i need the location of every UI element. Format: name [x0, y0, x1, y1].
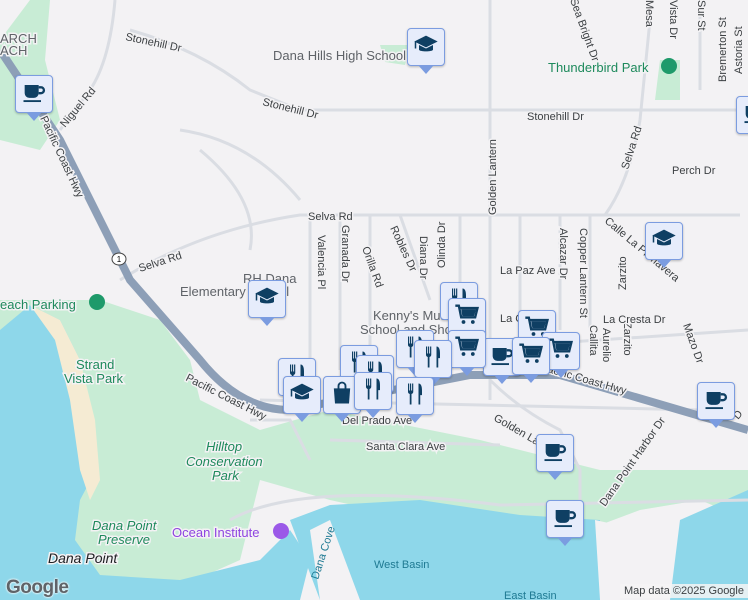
label-santa-clara: Santa Clara Ave	[366, 441, 445, 453]
label-aurelio: Aurelio	[600, 328, 612, 362]
label-granada: Granada Dr	[339, 225, 351, 283]
label-dana-hills-high: Dana Hills High School	[273, 48, 406, 63]
label-hilltop: Hilltop	[206, 439, 242, 454]
park-pin-icon	[661, 58, 677, 74]
coffee-marker[interactable]	[697, 382, 735, 428]
restaurant-marker[interactable]	[414, 340, 452, 386]
grocery-icon	[453, 301, 481, 334]
school-icon	[253, 283, 281, 316]
grocery-marker[interactable]	[512, 337, 550, 383]
shopping-icon	[328, 379, 356, 412]
restaurant-marker[interactable]	[396, 377, 434, 423]
label-alcazar: Alcazar Dr	[557, 228, 569, 280]
coffee-icon	[541, 437, 569, 470]
label-vista: Vista Dr	[667, 0, 679, 39]
label-strand: Strand	[76, 357, 114, 372]
label-sea-bright: Sea Bright Dr	[567, 0, 601, 63]
label-sur: Sur St	[695, 0, 707, 31]
label-park: Park	[212, 468, 240, 483]
coffee-icon	[20, 78, 48, 111]
restaurant-marker[interactable]	[354, 372, 392, 418]
label-golden-lantern: Golden Lantern	[487, 139, 499, 215]
coffee-marker[interactable]	[736, 96, 748, 142]
school-marker[interactable]	[645, 222, 683, 268]
label-zarzito: Zarzito	[617, 256, 629, 290]
coffee-marker[interactable]	[546, 500, 584, 546]
label-east-basin: East Basin	[504, 590, 557, 600]
label-mazo: Mazo Dr	[680, 322, 706, 365]
label-bremerton: Bremerton St	[717, 17, 729, 82]
label-stonehill: Stonehill Dr	[527, 111, 584, 123]
label-arch-beach-2: ACH	[0, 43, 27, 58]
label-ocean-institute: Ocean Institute	[172, 525, 259, 540]
museum-icon	[273, 523, 289, 539]
school-icon	[288, 379, 316, 412]
label-selva: Selva Rd	[137, 250, 183, 275]
label-selva: Selva Rd	[308, 211, 353, 223]
label-vista-park: Vista Park	[64, 371, 124, 386]
label-la-paz: La Paz Ave	[500, 265, 555, 277]
label-valencia: Valencia Pl	[315, 235, 327, 289]
school-marker[interactable]	[283, 376, 321, 422]
label-dana-point: Dana Point	[48, 550, 118, 566]
coffee-icon	[551, 503, 579, 536]
label-preserve: Preserve	[98, 532, 150, 547]
grocery-icon	[517, 340, 545, 373]
label-zarzito: Zarzito	[621, 322, 633, 356]
restaurant-icon	[419, 343, 447, 376]
coffee-marker[interactable]	[536, 434, 574, 480]
label-perch: Perch Dr	[672, 165, 716, 177]
map-canvas[interactable]: 1 ARCH ACH Stonehill Dr Stonehill Dr Sto…	[0, 0, 748, 600]
label-thunderbird-park: Thunderbird Park	[548, 60, 649, 75]
svg-text:1: 1	[117, 255, 122, 264]
map-attribution[interactable]: Map data ©2025 Google	[619, 584, 748, 598]
label-diana: Diana Dr	[417, 236, 429, 280]
label-conservation: Conservation	[186, 454, 263, 469]
school-marker[interactable]	[248, 280, 286, 326]
restaurant-icon	[359, 375, 387, 408]
coffee-icon	[741, 99, 748, 132]
school-icon	[650, 225, 678, 258]
restaurant-icon	[401, 380, 429, 413]
route-1-shield: 1	[111, 252, 127, 266]
grocery-marker[interactable]	[448, 330, 486, 376]
label-beach-parking: each Parking	[0, 297, 76, 312]
label-olinda: Olinda Dr	[436, 221, 448, 268]
grocery-icon	[453, 333, 481, 366]
grocery-icon	[547, 335, 575, 368]
label-copper-lantern: Copper Lantern St	[577, 228, 589, 318]
coffee-icon	[702, 385, 730, 418]
label-la-cresta: La Cresta Dr	[603, 314, 666, 326]
label-stonehill: Stonehill Dr	[124, 31, 182, 55]
label-west-basin: West Basin	[374, 559, 429, 571]
label-orilla: Orilla Rd	[359, 245, 385, 289]
label-mesa: Mesa	[643, 0, 655, 28]
label-niguel: Niguel Rd	[58, 85, 98, 130]
school-marker[interactable]	[407, 28, 445, 74]
label-stonehill: Stonehill Dr	[261, 96, 319, 121]
label-astoria: Astoria St	[733, 26, 745, 74]
park-pin-icon	[89, 294, 105, 310]
label-dana-point-preserve: Dana Point	[92, 518, 158, 533]
label-selva: Selva Rd	[619, 125, 644, 171]
school-icon	[412, 31, 440, 64]
label-callita: Callita	[587, 325, 599, 356]
google-logo: Google	[6, 577, 69, 598]
coffee-marker[interactable]	[15, 75, 53, 121]
label-robles: Robles Dr	[387, 224, 419, 274]
